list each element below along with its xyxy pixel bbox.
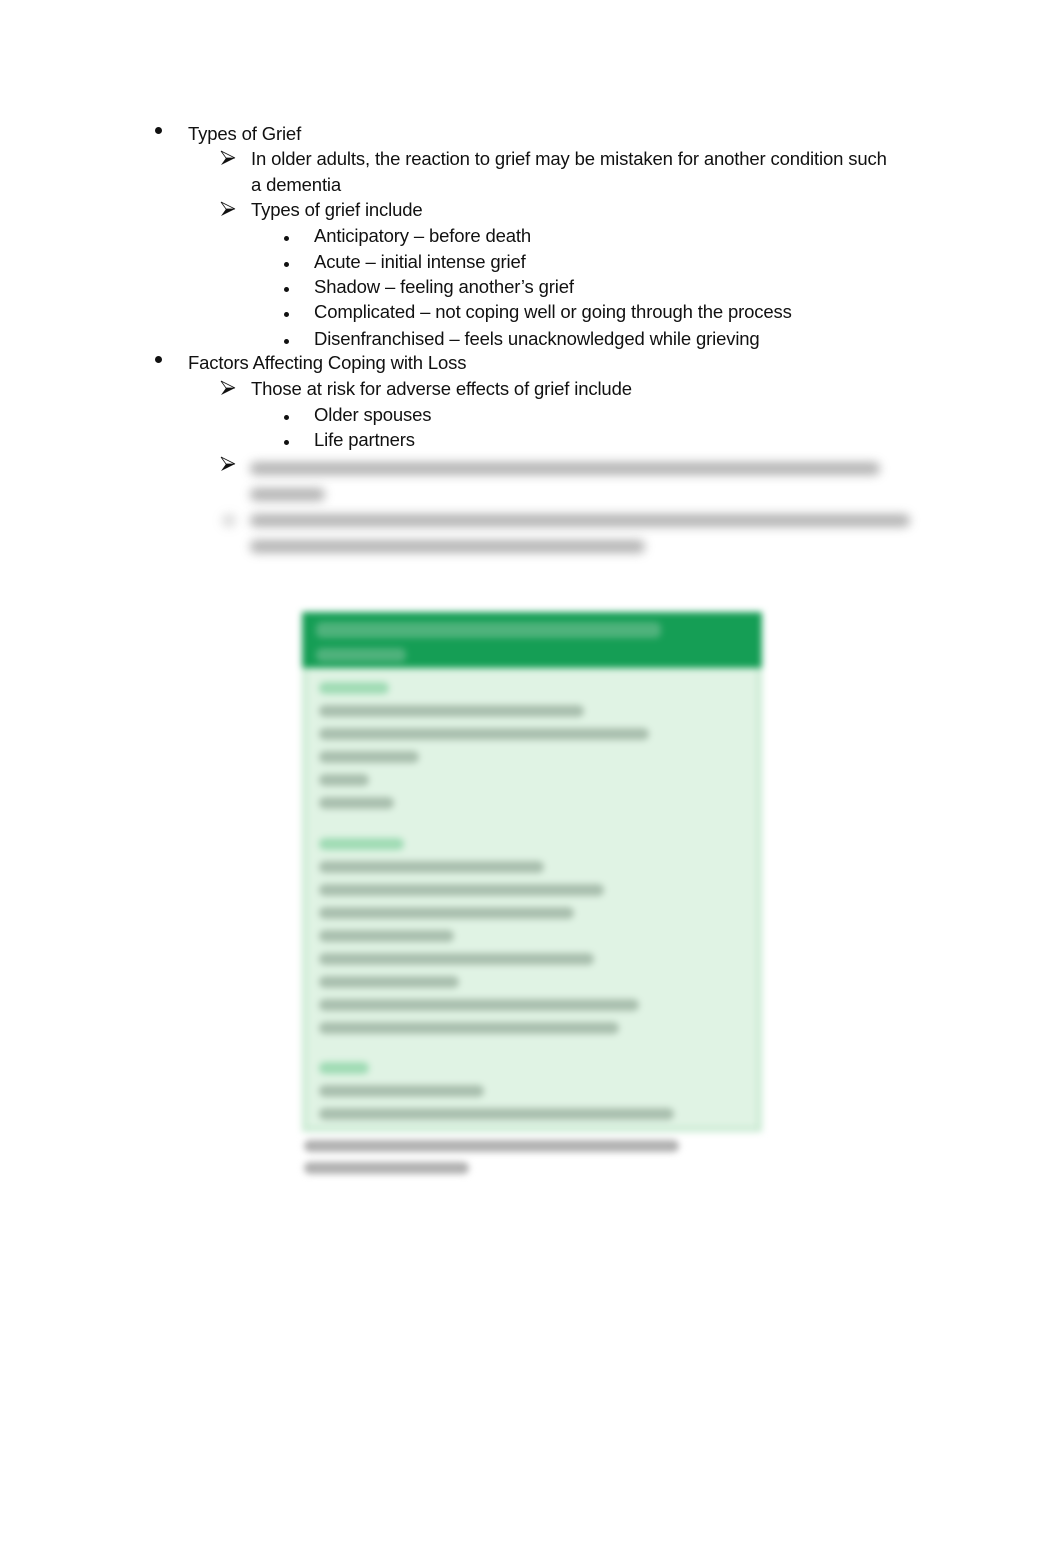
blurred-line — [319, 774, 369, 786]
item-text: In older adults, the reaction to grief m… — [251, 148, 887, 169]
bullet-icon — [284, 262, 289, 267]
blurred-line — [319, 861, 544, 873]
subitem-text: Acute – initial intense grief — [314, 251, 526, 272]
blurred-line — [319, 999, 639, 1011]
item-text: Those at risk for adverse effects of gri… — [251, 378, 632, 399]
blurred-info-box — [302, 612, 762, 1132]
info-box-body — [302, 668, 762, 1132]
blurred-caption-line — [304, 1140, 679, 1152]
blurred-bullet — [222, 514, 236, 527]
subitem-text: Anticipatory – before death — [314, 225, 532, 246]
subitem-text: Life partners — [314, 429, 415, 450]
blurred-header-text — [316, 648, 406, 662]
blurred-line — [319, 976, 459, 988]
blurred-line — [319, 1022, 619, 1034]
blurred-line — [319, 884, 604, 896]
bullet-icon — [155, 127, 162, 134]
document-page: Types of Grief In older adults, the reac… — [0, 0, 1062, 1556]
info-box-header — [302, 612, 762, 668]
section-heading-factors-affecting-coping: Factors Affecting Coping with Loss — [188, 352, 467, 373]
blurred-header-text — [316, 622, 661, 638]
blurred-caption-line — [304, 1162, 469, 1174]
bullet-icon — [284, 339, 289, 344]
blurred-subheading — [319, 682, 389, 694]
blurred-line — [319, 930, 454, 942]
bullet-icon — [284, 287, 289, 292]
blurred-line — [319, 705, 584, 717]
bullet-icon — [284, 415, 289, 420]
blurred-subheading — [319, 1062, 369, 1074]
subitem-text: Disenfranchised – feels unacknowledged w… — [314, 328, 760, 349]
subitem-text: Shadow – feeling another’s grief — [314, 276, 574, 297]
bullet-icon — [284, 236, 289, 241]
bullet-icon — [155, 356, 162, 363]
subitem-text: Older spouses — [314, 404, 432, 425]
blurred-line — [319, 728, 649, 740]
bullet-icon — [284, 440, 289, 445]
blurred-subheading — [319, 838, 404, 850]
blurred-text-line — [250, 488, 325, 501]
blurred-line — [319, 907, 574, 919]
arrow-bullet-icon — [220, 456, 236, 471]
blurred-line — [319, 953, 594, 965]
bullet-icon — [284, 312, 289, 317]
blurred-line — [319, 797, 394, 809]
blurred-text-line — [250, 514, 910, 527]
subitem-text: Complicated – not coping well or going t… — [314, 301, 792, 322]
blurred-line — [319, 751, 419, 763]
blurred-text-line — [250, 540, 645, 553]
arrow-bullet-icon — [220, 201, 236, 216]
arrow-bullet-icon — [220, 380, 236, 395]
blurred-line — [319, 1108, 674, 1120]
section-heading-types-of-grief: Types of Grief — [188, 123, 302, 144]
arrow-bullet-icon — [220, 150, 236, 165]
blurred-line — [319, 1085, 484, 1097]
item-text: Types of grief include — [251, 199, 423, 220]
blurred-text-line — [250, 462, 880, 475]
item-text-continuation: a dementia — [251, 174, 342, 195]
